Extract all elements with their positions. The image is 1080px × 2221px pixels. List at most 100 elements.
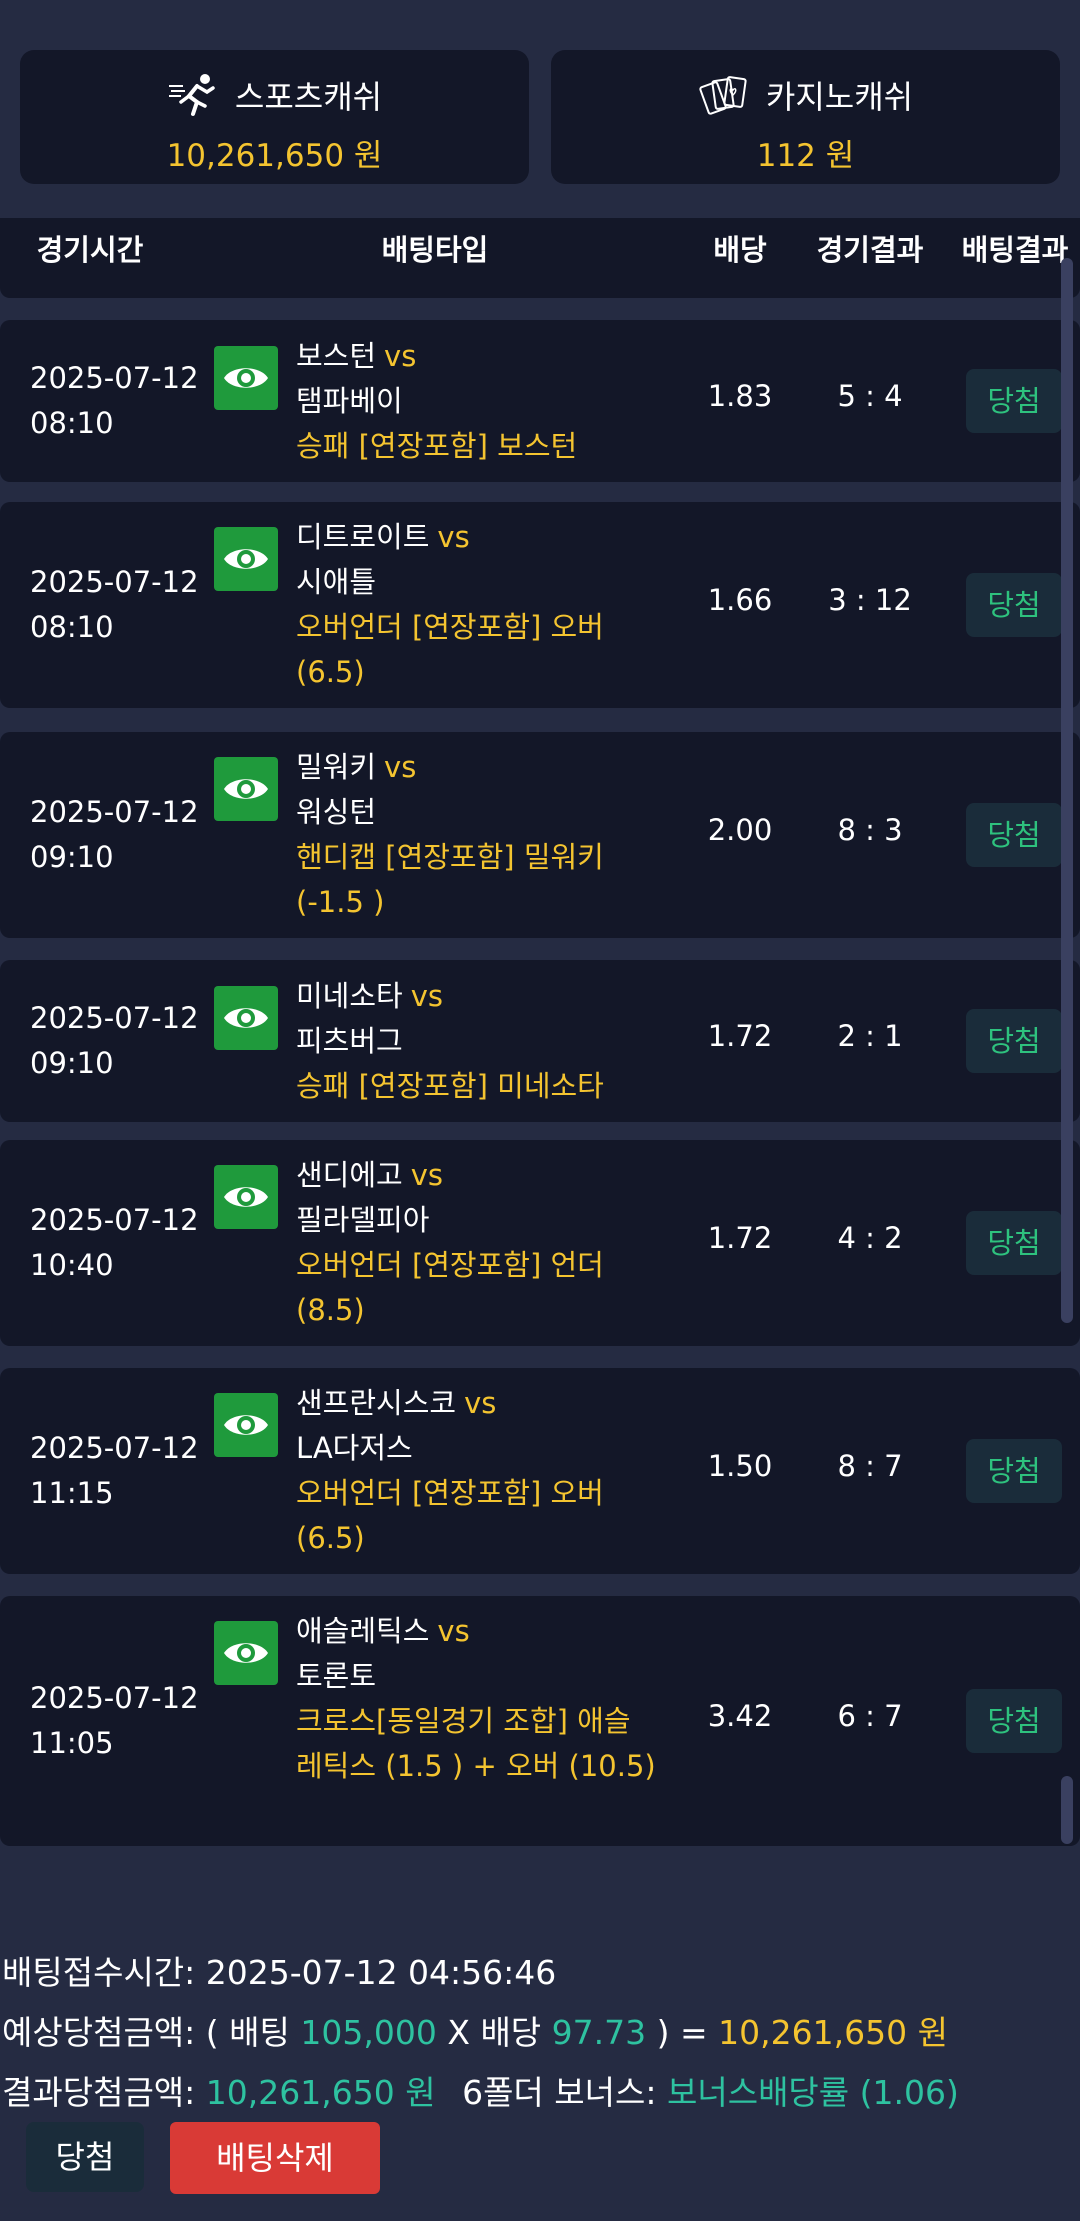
bet-row: 2025-07-12 08:10 디트로이트 vs 시애틀오버언더 [연장포함] 오버… <box>0 502 1080 708</box>
bet-result-badge: 당첨 <box>966 1211 1062 1275</box>
received-time-line: 배팅접수시간: 2025-07-12 04:56:46 <box>2 1948 1080 2008</box>
bet-market: 오버언더 [연장포함] 오버 (6.5) <box>296 610 604 689</box>
stake-value: 105,000 <box>300 2013 437 2052</box>
bet-result-badge: 당첨 <box>966 1689 1062 1753</box>
bet-odds: 1.50 <box>707 1449 773 1483</box>
view-details-button[interactable] <box>214 1620 278 1685</box>
bet-type-cell: 밀워키 vs 워싱턴 핸디캡 [연장포함] 밀워키 (-1.5 ) <box>296 745 656 925</box>
vs-label: vs <box>437 520 470 554</box>
bet-result-badge: 당첨 <box>966 573 1062 637</box>
header-score: 경기결과 <box>816 233 924 267</box>
bet-odds: 2.00 <box>707 813 773 847</box>
expected-amount-label: 예상당첨금액: <box>2 2013 196 2052</box>
home-team: 디트로이트 <box>296 520 430 554</box>
bet-time: 2025-07-12 08:10 <box>30 565 199 644</box>
result-amount-label: 결과당첨금액: <box>2 2073 196 2112</box>
game-score: 8 : 3 <box>837 813 903 847</box>
home-team: 밀워키 <box>296 750 377 784</box>
bet-odds: 1.66 <box>707 583 773 617</box>
bet-result-badge: 당첨 <box>966 1439 1062 1503</box>
bet-type-cell: 애슬레틱스 vs 토론토크로스[동일경기 조합] 애슬레틱스 (1.5 ) + 오버… <box>296 1609 656 1789</box>
home-team: 미네소타 <box>296 978 403 1013</box>
bet-row: 2025-07-12 09:10 미네소타 vs 피츠버그 승패 [연장포함] 미네소타… <box>0 960 1080 1122</box>
game-score: 8 : 7 <box>837 1449 903 1483</box>
bet-time: 2025-07-12 08:10 <box>30 361 199 440</box>
total-odds-value: 97.73 <box>551 2013 647 2052</box>
header-time: 경기시간 <box>36 233 144 267</box>
bet-odds: 1.72 <box>707 1221 773 1255</box>
game-score: 6 : 7 <box>837 1699 903 1733</box>
bonus-value: 보너스배당률 (1.06) <box>666 2073 959 2112</box>
bet-market: 오버언더 [연장포함] 언더 (8.5) <box>296 1248 604 1327</box>
received-time-label: 배팅접수시간: <box>2 1953 196 1992</box>
scrollbar-thumb[interactable] <box>1061 1776 1073 1844</box>
eye-icon <box>224 549 268 569</box>
vs-label: vs <box>437 1613 470 1648</box>
cards-icon <box>699 76 747 115</box>
view-details-button[interactable] <box>214 985 278 1050</box>
home-team: 애슬레틱스 <box>296 1613 430 1648</box>
eye-icon <box>224 1642 268 1663</box>
game-score: 3 : 12 <box>828 583 912 617</box>
vs-label: vs <box>410 978 444 1013</box>
bet-market: 승패 [연장포함] 보스턴 <box>296 428 578 463</box>
bet-time: 2025-07-12 11:05 <box>30 1681 199 1760</box>
bet-row: 2025-07-12 10:40 샌디에고 vs 필라델피아 오버언더 [연장포함] 언… <box>0 1140 1080 1346</box>
expected-amount-line: 예상당첨금액: ( 배팅 105,000 X 배당 97.73 ) = 10,2… <box>2 2008 1080 2068</box>
bet-row: 2025-07-12 11:05 애슬레틱스 vs 토론토크로스[동일경기 조합] 애… <box>0 1596 1080 1846</box>
vs-label: vs <box>384 750 417 784</box>
view-details-button[interactable] <box>214 757 278 821</box>
scrollbar-track[interactable] <box>1061 258 1073 1323</box>
result-amount-value: 10,261,650 원 <box>205 2073 436 2112</box>
home-team: 보스턴 <box>296 338 377 373</box>
expected-times: X 배당 <box>447 2013 542 2052</box>
bet-type-cell: 샌프란시스코 vs LA다저스 오버언더 [연장포함] 오버 (6.5) <box>296 1381 656 1561</box>
bet-result-badge: 당첨 <box>966 803 1062 867</box>
bonus-label: 6폴더 보너스: <box>462 2073 657 2112</box>
away-team: 워싱턴 <box>296 795 377 829</box>
casino-cash-label: 카지노캐쉬 <box>765 78 914 116</box>
result-amount-line: 결과당첨금액: 10,261,650 원 6폴더 보너스: 보너스배당률 (1.… <box>2 2068 1080 2128</box>
vs-label: vs <box>410 1158 444 1192</box>
view-details-button[interactable] <box>214 345 278 410</box>
game-score: 5 : 4 <box>837 379 903 413</box>
table-header: 경기시간 배팅타입 배당 경기결과 배팅결과 <box>0 218 1080 298</box>
away-team: 필라델피아 <box>296 1203 430 1237</box>
sports-cash-card: 스포츠캐쉬 10,261,650 원 <box>20 50 529 184</box>
home-team: 샌디에고 <box>296 1158 403 1192</box>
view-details-button[interactable] <box>214 527 278 591</box>
vs-label: vs <box>464 1386 497 1420</box>
away-team: 탬파베이 <box>296 383 403 418</box>
bet-row: 2025-07-12 08:10 보스턴 vs 탬파베이 승패 [연장포함] 보스턴 1.… <box>0 320 1080 482</box>
away-team: LA다저스 <box>296 1431 413 1465</box>
running-icon <box>168 74 215 116</box>
casino-cash-amount: 112 원 <box>756 138 855 174</box>
home-team: 샌프란시스코 <box>296 1386 457 1420</box>
view-details-button[interactable] <box>214 1165 278 1229</box>
vs-label: vs <box>384 338 417 373</box>
away-team: 토론토 <box>296 1658 377 1693</box>
delete-bet-button[interactable]: 배팅삭제 <box>170 2122 380 2194</box>
expected-close: ) = <box>656 2013 708 2052</box>
eye-icon <box>224 367 268 388</box>
away-team: 피츠버그 <box>296 1023 403 1058</box>
bet-result-badge: 당첨 <box>966 369 1062 433</box>
eye-icon <box>224 779 268 799</box>
bet-time: 2025-07-12 11:15 <box>30 1431 199 1510</box>
sports-cash-amount: 10,261,650 원 <box>166 138 383 174</box>
win-status-button[interactable]: 당첨 <box>26 2122 144 2192</box>
bet-summary: 배팅접수시간: 2025-07-12 04:56:46 예상당첨금액: ( 배팅… <box>2 1948 1080 2128</box>
bet-type-cell: 디트로이트 vs 시애틀오버언더 [연장포함] 오버 (6.5) <box>296 515 656 695</box>
casino-cash-title: 카지노캐쉬 <box>551 72 1060 118</box>
sports-cash-title: 스포츠캐쉬 <box>20 72 529 118</box>
expected-amount-value: 10,261,650 원 <box>718 2013 948 2052</box>
cash-summary: 스포츠캐쉬 10,261,650 원 카지노캐쉬 112 원 <box>20 50 1060 184</box>
header-bet-type: 배팅타입 <box>381 233 489 267</box>
bet-market: 크로스[동일경기 조합] 애슬레틱스 (1.5 ) + 오버 (10.5) <box>296 1703 656 1783</box>
game-score: 2 : 1 <box>837 1019 903 1053</box>
eye-icon <box>224 1415 268 1435</box>
view-details-button[interactable] <box>214 1393 278 1457</box>
away-team: 시애틀 <box>296 565 377 599</box>
bet-row: 2025-07-12 11:15 샌프란시스코 vs LA다저스 오버언더 [연장포함]… <box>0 1368 1080 1574</box>
bet-market: 승패 [연장포함] 미네소타 <box>296 1068 604 1103</box>
